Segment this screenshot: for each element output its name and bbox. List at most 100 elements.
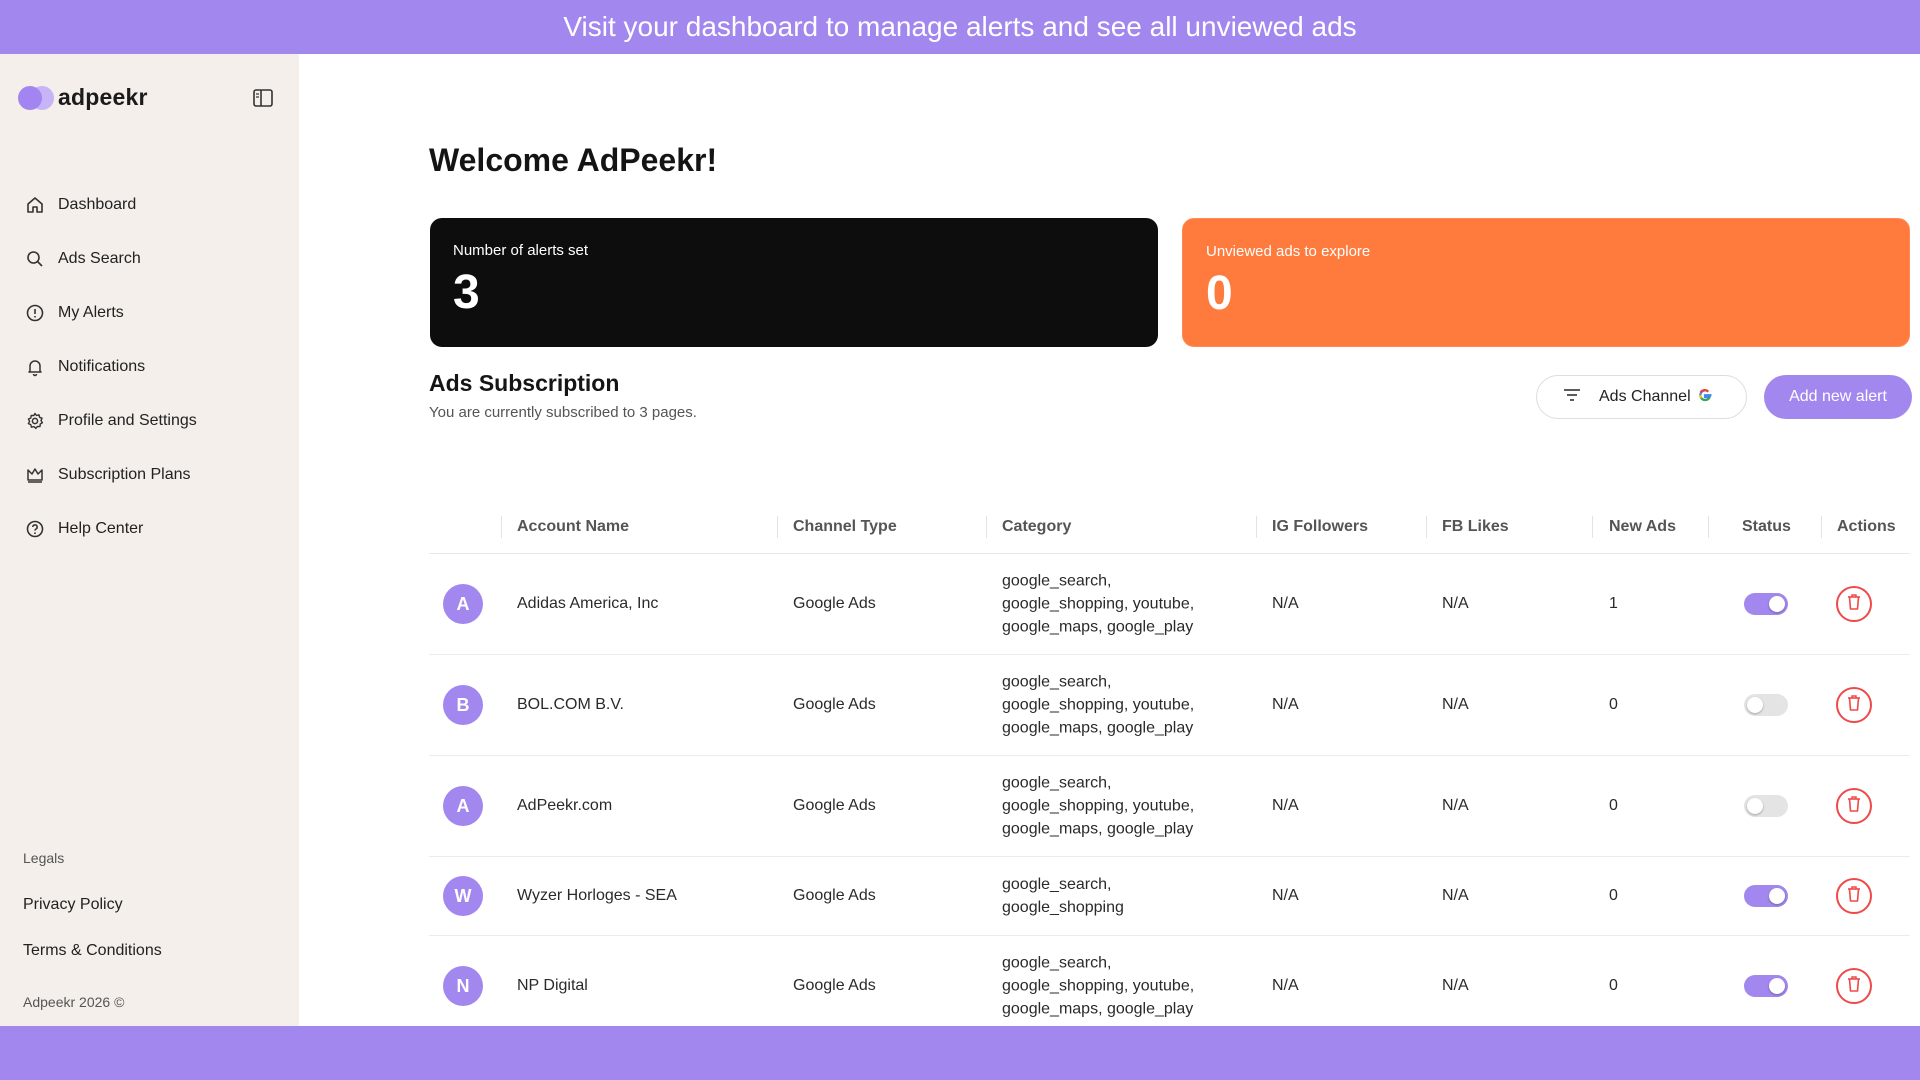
column-separator [1821, 516, 1822, 538]
sidebar-nav: Dashboard Ads Search My Alerts Notificat… [24, 178, 197, 556]
table-header: Account Name Channel Type Category IG Fo… [429, 500, 1910, 554]
category-line: google_maps, google_play [1002, 719, 1194, 737]
status-toggle[interactable] [1744, 975, 1788, 997]
sidebar-item-my-alerts[interactable]: My Alerts [24, 286, 197, 340]
column-separator [501, 516, 502, 538]
ads-channel-filter-button[interactable]: Ads Channel [1536, 375, 1747, 419]
new-ads: 0 [1609, 797, 1618, 814]
sidebar-item-label: Profile and Settings [58, 412, 197, 429]
terms-link[interactable]: Terms & Conditions [23, 942, 162, 960]
col-channel-type: Channel Type [793, 518, 897, 535]
sidebar-item-label: Ads Search [58, 250, 141, 267]
brand-logo[interactable]: adpeekr [18, 84, 148, 111]
sidebar-item-label: Subscription Plans [58, 466, 191, 483]
category-line: google_shopping, youtube, [1002, 595, 1195, 613]
alerts-count-card: Number of alerts set 3 [430, 218, 1158, 347]
status-toggle[interactable] [1744, 694, 1788, 716]
add-new-alert-button[interactable]: Add new alert [1764, 375, 1912, 419]
sidebar-item-label: Notifications [58, 358, 146, 375]
fb-likes: N/A [1442, 696, 1469, 713]
logo-icon [18, 85, 54, 110]
category: google_search, google_shopping, youtube,… [1002, 570, 1194, 639]
sidebar-item-ads-search[interactable]: Ads Search [24, 232, 197, 286]
alerts-count-value: 3 [453, 266, 480, 319]
alerts-count-label: Number of alerts set [453, 242, 589, 259]
column-separator [986, 516, 987, 538]
col-new-ads: New Ads [1609, 518, 1676, 535]
google-icon [1697, 387, 1713, 408]
delete-button[interactable] [1836, 878, 1872, 914]
subscriptions-table: Account Name Channel Type Category IG Fo… [429, 500, 1910, 1037]
ig-followers: N/A [1272, 595, 1299, 612]
delete-button[interactable] [1836, 586, 1872, 622]
column-separator [1592, 516, 1593, 538]
ig-followers: N/A [1272, 977, 1299, 994]
column-separator [1426, 516, 1427, 538]
sidebar-item-label: Help Center [58, 520, 144, 537]
new-ads: 1 [1609, 595, 1618, 612]
category-line: google_maps, google_play [1002, 820, 1194, 838]
status-toggle[interactable] [1744, 795, 1788, 817]
delete-button[interactable] [1836, 687, 1872, 723]
category-line: google_shopping, youtube, [1002, 696, 1195, 714]
ig-followers: N/A [1272, 696, 1299, 713]
table-row[interactable]: A Adidas America, Inc Google Ads google_… [429, 554, 1910, 655]
crown-icon [24, 464, 46, 486]
page-title: Welcome AdPeekr! [429, 142, 718, 178]
alert-circle-icon [24, 302, 46, 324]
app-shell: adpeekr Dashboard Ads Search My Alerts N… [0, 54, 1920, 1037]
sidebar-item-profile-settings[interactable]: Profile and Settings [24, 394, 197, 448]
delete-button[interactable] [1836, 788, 1872, 824]
sidebar-item-help-center[interactable]: Help Center [24, 502, 197, 556]
privacy-policy-link[interactable]: Privacy Policy [23, 896, 123, 914]
category-line: google_shopping [1002, 899, 1124, 916]
channel-type: Google Ads [793, 696, 876, 713]
col-category: Category [1002, 518, 1072, 535]
table-row[interactable]: A AdPeekr.com Google Ads google_search, … [429, 756, 1910, 857]
table-row[interactable]: B BOL.COM B.V. Google Ads google_search,… [429, 655, 1910, 756]
ig-followers: N/A [1272, 887, 1299, 904]
avatar: A [443, 786, 483, 826]
new-ads: 0 [1609, 977, 1618, 994]
account-name: BOL.COM B.V. [517, 696, 624, 713]
fb-likes: N/A [1442, 595, 1469, 612]
category-line: google_shopping, youtube, [1002, 977, 1195, 995]
fb-likes: N/A [1442, 797, 1469, 814]
column-separator [777, 516, 778, 538]
column-separator [1708, 516, 1709, 538]
avatar: W [443, 876, 483, 916]
trash-icon [1846, 975, 1862, 998]
unviewed-ads-card[interactable]: Unviewed ads to explore 0 [1182, 218, 1910, 347]
search-icon [24, 248, 46, 270]
avatar: N [443, 966, 483, 1006]
avatar: A [443, 584, 483, 624]
channel-type: Google Ads [793, 977, 876, 994]
col-ig-followers: IG Followers [1272, 518, 1369, 535]
gear-icon [24, 410, 46, 432]
status-toggle[interactable] [1744, 593, 1788, 615]
top-banner: Visit your dashboard to manage alerts an… [0, 0, 1920, 54]
sidebar: adpeekr Dashboard Ads Search My Alerts N… [0, 54, 299, 1026]
sidebar-item-notifications[interactable]: Notifications [24, 340, 197, 394]
status-toggle[interactable] [1744, 885, 1788, 907]
channel-type: Google Ads [793, 595, 876, 612]
account-name: AdPeekr.com [517, 797, 613, 814]
sidebar-toggle-icon[interactable] [252, 88, 274, 108]
sidebar-item-dashboard[interactable]: Dashboard [24, 178, 197, 232]
table-row[interactable]: W Wyzer Horloges - SEA Google Ads google… [429, 857, 1910, 936]
category-line: google_search, [1002, 673, 1112, 691]
subscription-title: Ads Subscription [429, 370, 620, 396]
sidebar-item-label: Dashboard [58, 196, 137, 213]
sidebar-item-subscription-plans[interactable]: Subscription Plans [24, 448, 197, 502]
delete-button[interactable] [1836, 968, 1872, 1004]
table-row[interactable]: N NP Digital Google Ads google_search, g… [429, 936, 1910, 1037]
channel-type: Google Ads [793, 887, 876, 904]
col-actions: Actions [1837, 518, 1896, 535]
category-line: google_search, [1002, 876, 1112, 893]
home-icon [24, 194, 46, 216]
trash-icon [1846, 593, 1862, 616]
col-account-name: Account Name [517, 518, 630, 535]
category-line: google_search, [1002, 954, 1112, 972]
filter-icon [1563, 388, 1581, 407]
account-name: Wyzer Horloges - SEA [517, 887, 677, 904]
